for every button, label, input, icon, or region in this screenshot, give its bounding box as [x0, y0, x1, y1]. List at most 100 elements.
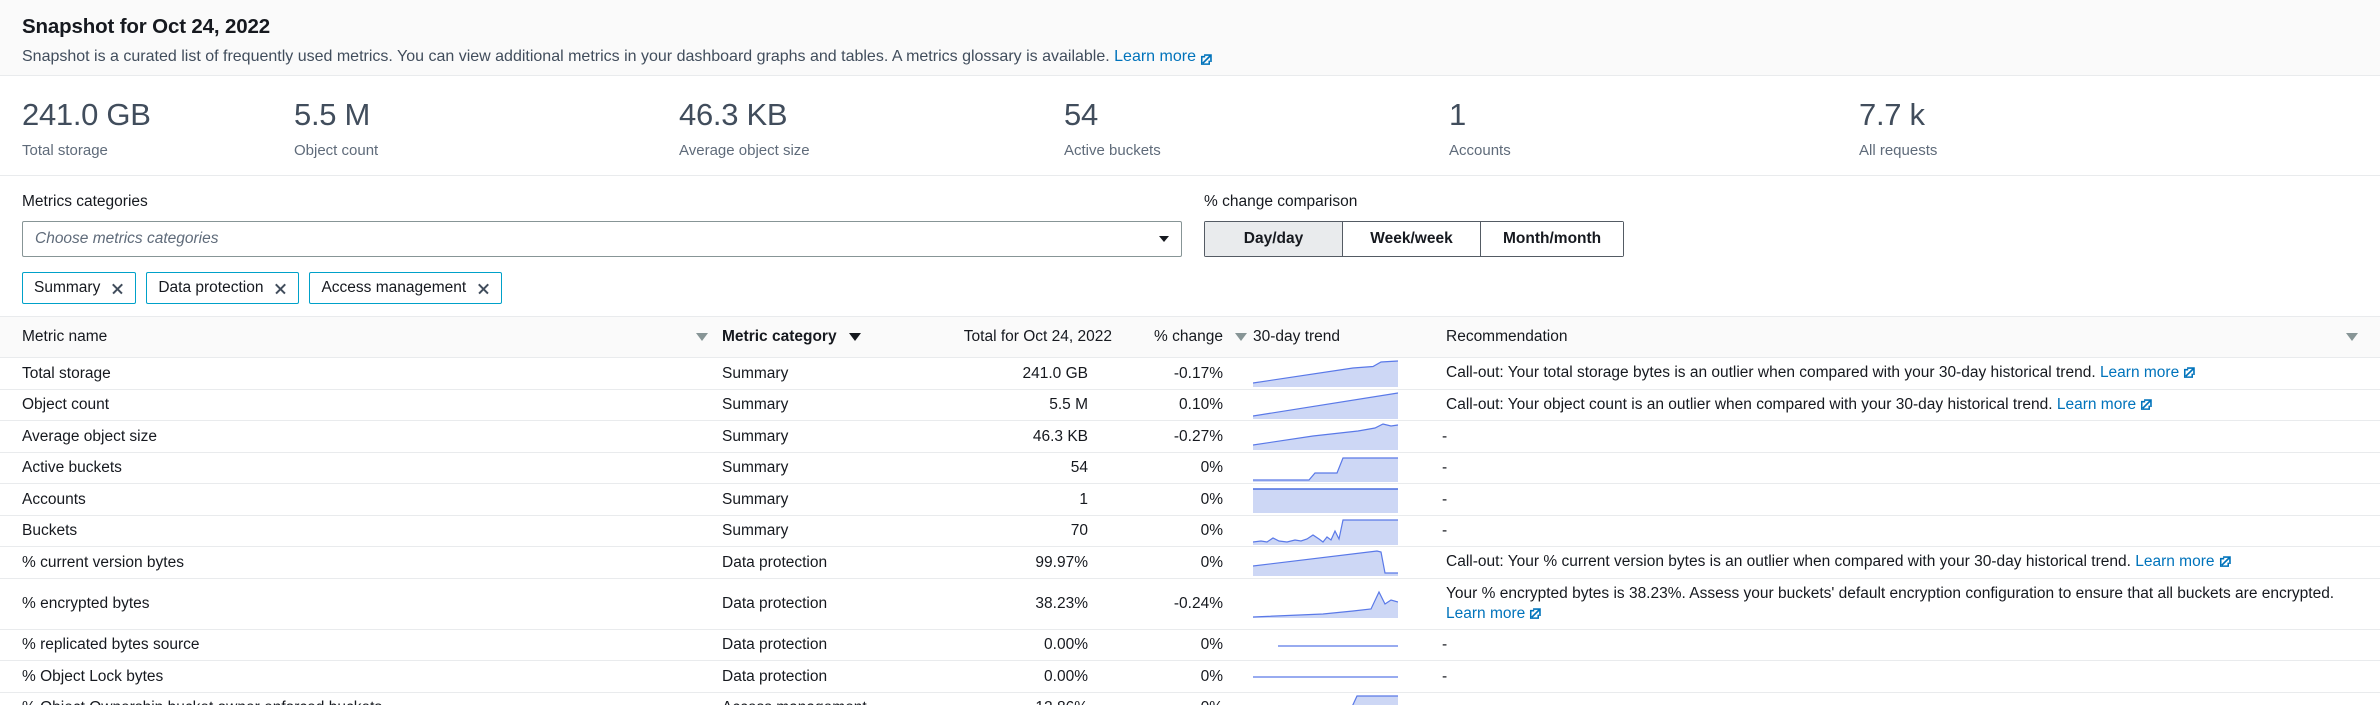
sparkline-chart	[1253, 454, 1398, 482]
recommendation-text: Your % encrypted bytes is 38.23%. Assess…	[1446, 585, 2334, 602]
table-row[interactable]: Total storage Summary 241.0 GB -0.17% Ca…	[0, 358, 2380, 390]
external-link-icon	[2219, 555, 2232, 568]
kpi-label: Active buckets	[1064, 142, 1449, 160]
cell-pct-change: 0%	[1112, 521, 1247, 540]
filter-controls: Metrics categories Choose metrics catego…	[0, 176, 2380, 316]
cell-trend-sparkline	[1247, 391, 1442, 419]
token-access-management[interactable]: Access management	[309, 272, 502, 304]
column-header-metric-name[interactable]: Metric name	[22, 328, 722, 346]
kpi-value: 5.5 M	[294, 97, 679, 133]
cell-pct-change: 0%	[1112, 490, 1247, 509]
column-header-recommendation[interactable]: Recommendation	[1442, 328, 2358, 346]
cell-recommendation: -	[1442, 490, 2358, 509]
metrics-categories-select[interactable]: Choose metrics categories	[22, 221, 1182, 257]
sparkline-chart	[1253, 517, 1398, 545]
sort-icon-active[interactable]	[849, 333, 861, 341]
change-comparison-group: % change comparison Day/day Week/week Mo…	[1204, 192, 1624, 257]
column-header-label: Metric category	[722, 328, 837, 346]
segment-month-month[interactable]: Month/month	[1480, 221, 1624, 257]
table-row[interactable]: % Object Ownership bucket owner enforced…	[0, 693, 2380, 705]
chevron-down-icon	[1159, 236, 1169, 242]
cell-total: 38.23%	[922, 594, 1112, 613]
cell-metric-category: Summary	[722, 427, 922, 446]
sparkline-chart	[1253, 662, 1398, 690]
table-row[interactable]: % current version bytes Data protection …	[0, 547, 2380, 579]
table-row[interactable]: % replicated bytes source Data protectio…	[0, 630, 2380, 662]
sort-icon[interactable]	[696, 333, 708, 341]
table-row[interactable]: Buckets Summary 70 0% -	[0, 516, 2380, 548]
cell-metric-category: Summary	[722, 395, 922, 414]
token-data-protection[interactable]: Data protection	[146, 272, 299, 304]
row-learn-more-link[interactable]: Learn more	[2100, 364, 2179, 381]
recommendation-text: Call-out: Your % current version bytes i…	[1446, 553, 2135, 570]
segment-day-day[interactable]: Day/day	[1204, 221, 1342, 257]
kpi-label: Average object size	[679, 142, 1064, 160]
table-row[interactable]: Accounts Summary 1 0% -	[0, 484, 2380, 516]
cell-pct-change: 0.10%	[1112, 395, 1247, 414]
table-row[interactable]: Object count Summary 5.5 M 0.10% Call-ou…	[0, 390, 2380, 422]
column-header-metric-category[interactable]: Metric category	[722, 328, 922, 346]
sort-icon[interactable]	[1235, 333, 1247, 341]
cell-pct-change: 0%	[1112, 667, 1247, 686]
kpi-summary-band: 241.0 GB Total storage 5.5 M Object coun…	[0, 76, 2380, 176]
metrics-categories-label: Metrics categories	[22, 192, 1182, 212]
cell-total: 54	[922, 458, 1112, 477]
cell-trend-sparkline	[1247, 422, 1442, 450]
column-header-label: Metric name	[22, 328, 107, 346]
recommendation-text: Call-out: Your object count is an outlie…	[1446, 396, 2057, 413]
cell-recommendation: -	[1442, 698, 2358, 705]
kpi-value: 1	[1449, 97, 1859, 133]
cell-recommendation: -	[1442, 458, 2358, 477]
column-header-label: 30-day trend	[1253, 328, 1340, 346]
cell-recommendation: -	[1442, 635, 2358, 654]
segment-week-week[interactable]: Week/week	[1342, 221, 1480, 257]
cell-trend-sparkline	[1247, 485, 1442, 513]
external-link-icon	[1200, 53, 1213, 66]
close-icon[interactable]	[274, 282, 287, 295]
kpi-value: 46.3 KB	[679, 97, 1064, 133]
row-learn-more-link[interactable]: Learn more	[2135, 553, 2214, 570]
close-icon[interactable]	[477, 282, 490, 295]
column-header-pct-change[interactable]: % change	[1112, 328, 1247, 346]
cell-total: 1	[922, 490, 1112, 509]
cell-total: 46.3 KB	[922, 427, 1112, 446]
external-link-icon	[2183, 366, 2196, 379]
sparkline-chart	[1253, 694, 1398, 705]
sparkline-chart	[1253, 391, 1398, 419]
table-row[interactable]: % encrypted bytes Data protection 38.23%…	[0, 579, 2380, 630]
token-summary[interactable]: Summary	[22, 272, 136, 304]
cell-metric-name: Accounts	[22, 490, 722, 509]
column-header-label: Recommendation	[1446, 328, 1567, 346]
header-learn-more-link[interactable]: Learn more	[1114, 47, 1196, 67]
kpi-label: Object count	[294, 142, 679, 160]
cell-recommendation: Call-out: Your object count is an outlie…	[1442, 395, 2358, 415]
kpi-average-object-size: 46.3 KB Average object size	[679, 97, 1064, 160]
kpi-label: All requests	[1859, 142, 1937, 160]
sort-icon[interactable]	[2346, 333, 2358, 341]
cell-recommendation: -	[1442, 521, 2358, 540]
cell-recommendation: Call-out: Your % current version bytes i…	[1442, 552, 2358, 572]
external-link-icon	[2140, 398, 2153, 411]
table-row[interactable]: % Object Lock bytes Data protection 0.00…	[0, 661, 2380, 693]
close-icon[interactable]	[111, 282, 124, 295]
kpi-total-storage: 241.0 GB Total storage	[22, 97, 294, 160]
cell-trend-sparkline	[1247, 548, 1442, 576]
page-subtitle: Snapshot is a curated list of frequently…	[22, 47, 2358, 67]
sparkline-chart	[1253, 422, 1398, 450]
cell-metric-category: Summary	[722, 364, 922, 383]
cell-metric-name: Total storage	[22, 364, 722, 383]
table-row[interactable]: Average object size Summary 46.3 KB -0.2…	[0, 421, 2380, 453]
snapshot-header: Snapshot for Oct 24, 2022 Snapshot is a …	[0, 0, 2380, 76]
column-header-label: Total for Oct 24, 2022	[964, 328, 1112, 346]
row-learn-more-link[interactable]: Learn more	[1446, 605, 1525, 622]
column-header-total[interactable]: Total for Oct 24, 2022	[922, 328, 1112, 346]
cell-pct-change: 0%	[1112, 635, 1247, 654]
kpi-value: 54	[1064, 97, 1449, 133]
cell-trend-sparkline	[1247, 517, 1442, 545]
cell-metric-category: Summary	[722, 490, 922, 509]
table-row[interactable]: Active buckets Summary 54 0% -	[0, 453, 2380, 485]
kpi-label: Accounts	[1449, 142, 1859, 160]
cell-total: 70	[922, 521, 1112, 540]
row-learn-more-link[interactable]: Learn more	[2057, 396, 2136, 413]
cell-trend-sparkline	[1247, 590, 1442, 618]
